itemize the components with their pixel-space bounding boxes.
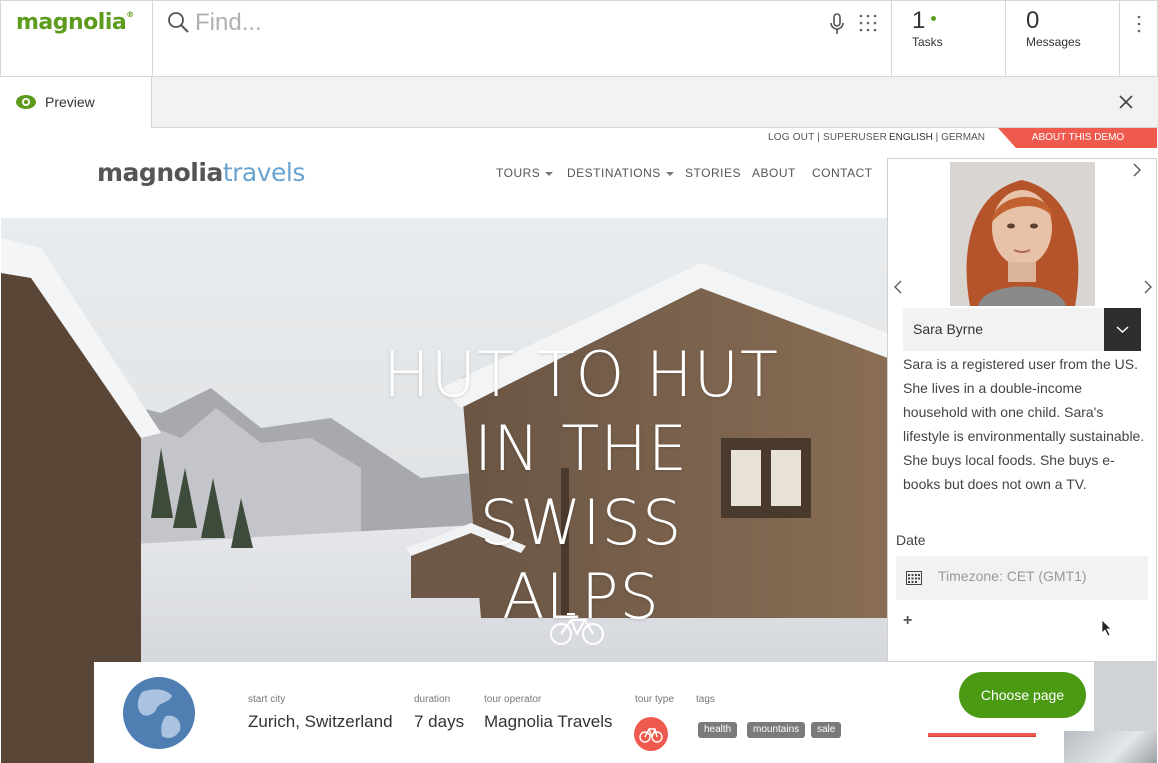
close-icon[interactable] <box>1118 94 1134 110</box>
magnolia-logo[interactable]: magnolia® <box>16 10 134 35</box>
hero-title-line: IN THE SWISS <box>473 412 689 559</box>
site-logo-part2: travels <box>222 158 306 187</box>
chevron-down-icon <box>1116 326 1129 334</box>
chevron-right-icon[interactable] <box>1131 163 1143 177</box>
persona-photo <box>950 162 1095 306</box>
persona-description: Sara is a registered user from the US. S… <box>903 356 1145 492</box>
app-logo-cell[interactable]: magnolia® <box>0 0 153 77</box>
nav-destinations-label: DESTINATIONS <box>567 166 661 180</box>
bicycle-icon <box>550 613 604 645</box>
messages-label: Messages <box>1026 35 1081 49</box>
tasks-indicator[interactable]: 1 Tasks <box>891 0 1006 77</box>
start-city-label: start city <box>248 694 286 705</box>
tab-bar: Preview <box>0 77 1158 128</box>
about-demo-tab[interactable]: ABOUT THIS DEMO <box>998 128 1157 148</box>
choose-page-button[interactable]: Choose page <box>959 672 1086 718</box>
search-input[interactable] <box>195 7 795 39</box>
chevron-down-icon <box>545 171 554 176</box>
tour-type-label: tour type <box>635 694 674 705</box>
search-bar <box>152 0 892 77</box>
tour-type-bicycle-icon <box>634 717 668 751</box>
persona-select[interactable]: Sara Byrne <box>903 308 1141 351</box>
eye-icon <box>16 95 36 109</box>
lang-separator: | <box>932 132 942 143</box>
tab-preview-label: Preview <box>45 94 95 110</box>
nav-tours[interactable]: TOURS <box>496 166 554 180</box>
messages-indicator[interactable]: 0 Messages <box>1005 0 1120 77</box>
nav-destinations[interactable]: DESTINATIONS <box>567 166 674 180</box>
logout-link[interactable]: LOG OUT | SUPERUSER <box>768 132 887 143</box>
persona-name: Sara Byrne <box>913 321 984 337</box>
timezone-field[interactable] <box>896 556 1148 600</box>
site-logo[interactable]: magnoliatravels <box>97 158 305 187</box>
chevron-left-icon[interactable] <box>894 280 902 294</box>
tags-label: tags <box>696 694 715 705</box>
calendar-icon[interactable] <box>906 571 922 585</box>
tasks-count: 1 <box>912 7 926 34</box>
red-underline <box>928 733 1036 737</box>
add-button[interactable]: + <box>903 612 912 630</box>
timezone-input[interactable] <box>938 568 1138 584</box>
nav-tours-label: TOURS <box>496 166 541 180</box>
duration-value: 7 days <box>414 712 465 731</box>
hero-title-line: HUT TO HUT <box>383 338 779 411</box>
more-menu[interactable] <box>1119 0 1158 77</box>
globe-icon <box>123 677 195 749</box>
nav-stories[interactable]: STORIES <box>685 166 741 180</box>
more-vertical-icon[interactable] <box>1137 15 1141 33</box>
lang-english[interactable]: ENGLISH <box>889 132 933 143</box>
nav-contact[interactable]: CONTACT <box>812 166 873 180</box>
app-launcher-icon[interactable] <box>859 14 877 32</box>
tour-info-strip: start city Zurich, Switzerland duration … <box>94 662 1094 763</box>
tag-sale[interactable]: sale <box>811 722 842 738</box>
mouse-cursor-icon <box>1101 619 1112 637</box>
lang-german[interactable]: GERMAN <box>941 132 985 143</box>
messages-count: 0 <box>1026 7 1040 34</box>
thumbnail-image <box>1064 731 1157 763</box>
tag-health[interactable]: health <box>698 722 738 738</box>
search-icon[interactable] <box>167 11 189 33</box>
start-city-value: Zurich, Switzerland <box>248 712 393 731</box>
date-label: Date <box>896 532 926 548</box>
tasks-label: Tasks <box>912 35 943 49</box>
tab-preview[interactable]: Preview <box>0 77 152 128</box>
microphone-icon[interactable] <box>829 13 845 35</box>
nav-about[interactable]: ABOUT <box>752 166 796 180</box>
chevron-down-icon <box>665 171 674 176</box>
operator-label: tour operator <box>484 694 542 705</box>
duration-label: duration <box>414 694 451 705</box>
site-logo-part1: magnolia <box>97 158 223 187</box>
utility-bar: LOG OUT | SUPERUSER ENGLISH | GERMAN ABO… <box>1 128 1157 148</box>
hero-title: HUT TO HUT IN THE SWISS ALPS <box>381 338 781 634</box>
operator-value: Magnolia Travels <box>484 712 613 731</box>
tasks-new-dot <box>931 16 936 21</box>
persona-dropdown-button[interactable] <box>1104 308 1141 351</box>
persona-panel: Sara Byrne Sara is a registered user fro… <box>887 158 1157 662</box>
top-bar: magnolia® 1 Tasks 0 Messages <box>0 0 1158 77</box>
language-switcher[interactable]: ENGLISH | GERMAN <box>889 132 985 143</box>
tag-mountains[interactable]: mountains <box>747 722 806 738</box>
chevron-right-icon[interactable] <box>1144 280 1152 294</box>
